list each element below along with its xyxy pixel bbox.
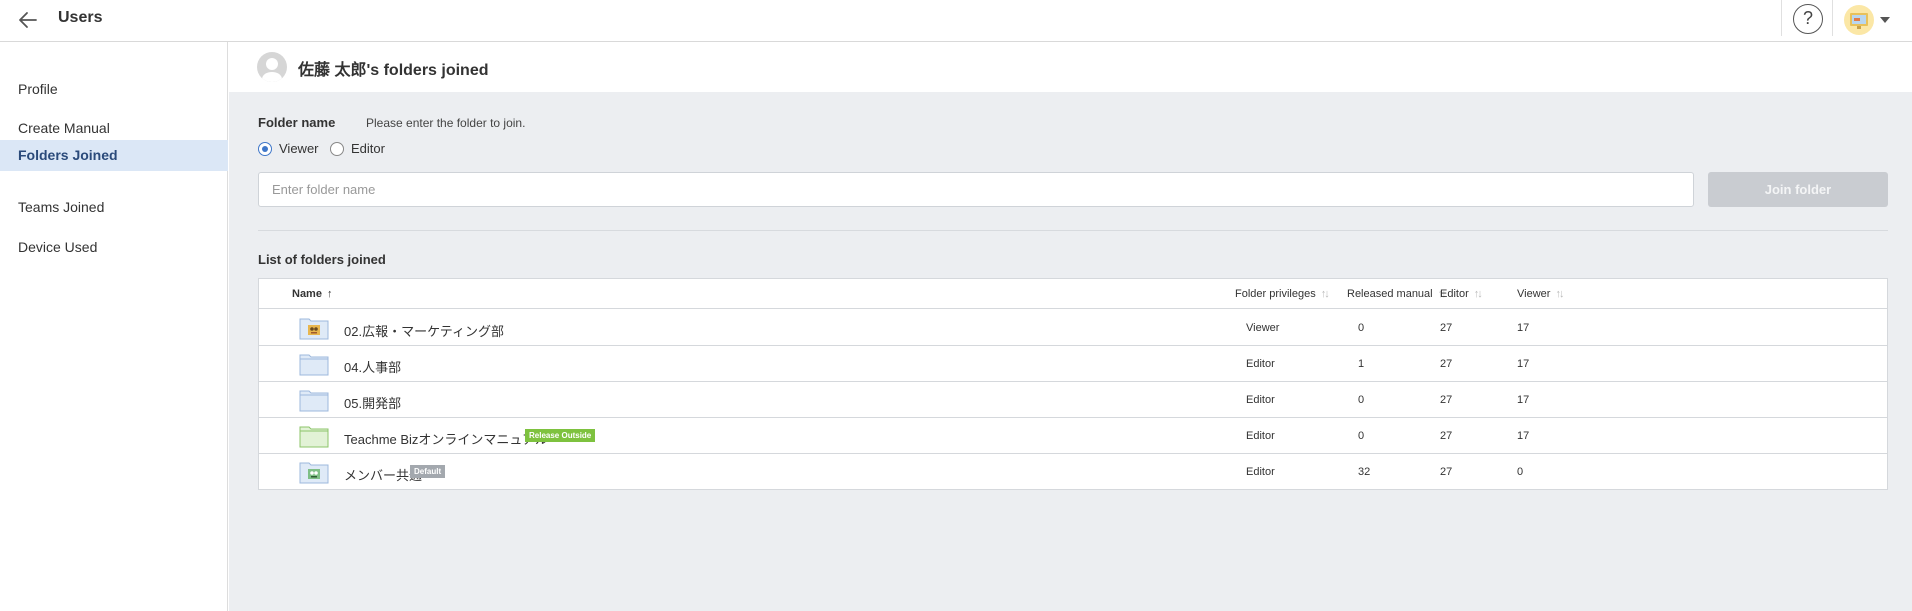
- folder-image-icon: [299, 462, 329, 484]
- sidebar-item-teams-joined[interactable]: Teams Joined: [0, 192, 228, 223]
- user-header: 佐藤 太郎's folders joined: [229, 42, 1912, 92]
- table-row[interactable]: Teachme Bizオンラインマニュアル Release Outside Ed…: [259, 418, 1887, 454]
- column-header-viewer[interactable]: Viewer ↑↓: [1517, 288, 1564, 300]
- viewer-radio-label: Viewer: [279, 141, 319, 156]
- table-row[interactable]: 04.人事部 Editor 1 27 17: [259, 346, 1887, 382]
- avatar: [1844, 5, 1874, 35]
- folder-image-icon: [299, 318, 329, 340]
- column-editor-label: Editor: [1440, 288, 1469, 300]
- toolbar-divider: [1832, 0, 1833, 36]
- sidebar: Profile Create Manual Folders Joined Tea…: [0, 42, 228, 611]
- back-arrow-icon[interactable]: [16, 8, 40, 32]
- folder-name: Teachme Bizオンラインマニュアル: [344, 432, 549, 447]
- top-bar: Users ?: [0, 0, 1912, 42]
- viewer-count: 17: [1517, 358, 1530, 370]
- viewer-count: 17: [1517, 322, 1530, 334]
- column-viewer-label: Viewer: [1517, 288, 1551, 300]
- toolbar-divider: [1781, 0, 1782, 36]
- folder-privilege: Editor: [1246, 466, 1275, 478]
- editor-count: 27: [1440, 466, 1453, 478]
- folder-privilege: Editor: [1246, 394, 1275, 406]
- section-title: 佐藤 太郎's folders joined: [298, 62, 489, 79]
- user-menu-button[interactable]: [1844, 5, 1892, 35]
- folder-privilege: Editor: [1246, 358, 1275, 370]
- viewer-count: 0: [1517, 466, 1524, 478]
- released-count: 0: [1358, 394, 1365, 406]
- sidebar-item-device-used[interactable]: Device Used: [0, 232, 228, 263]
- editor-count: 27: [1440, 358, 1453, 370]
- sort-icon: ↑↓: [1473, 288, 1483, 300]
- column-header-privileges[interactable]: Folder privileges ↑↓: [1235, 288, 1330, 300]
- avatar: [257, 52, 287, 82]
- editor-count: 27: [1440, 430, 1453, 442]
- folder-privilege: Editor: [1246, 430, 1275, 442]
- folder-icon: [299, 354, 329, 376]
- sidebar-item-folders-joined[interactable]: Folders Joined: [0, 140, 228, 171]
- folder-name-label: Folder name: [258, 115, 336, 130]
- join-folder-button[interactable]: Join folder: [1708, 172, 1888, 207]
- sort-icon: ↑↓: [1555, 288, 1564, 300]
- viewer-count: 17: [1517, 430, 1530, 442]
- chevron-down-icon: [1880, 17, 1890, 23]
- column-name-label: Name: [292, 288, 322, 300]
- column-header-editor[interactable]: Editor ↑↓: [1440, 288, 1483, 300]
- page-title: Users: [58, 9, 103, 26]
- folder-icon: [299, 390, 329, 412]
- sort-ascending-icon: ↑: [326, 288, 333, 300]
- radio-unchecked-icon: [330, 142, 344, 156]
- editor-count: 27: [1440, 394, 1453, 406]
- table-row[interactable]: 02.広報・マーケティング部 Viewer 0 27 17: [259, 310, 1887, 346]
- released-count: 0: [1358, 322, 1365, 334]
- list-title: List of folders joined: [258, 252, 386, 267]
- viewer-count: 17: [1517, 394, 1530, 406]
- radio-checked-icon: [258, 142, 272, 156]
- table-header: Name ↑ Folder privileges ↑↓ Released manua…: [259, 279, 1887, 309]
- table-row[interactable]: メンバー共通 Default Editor 32 27 0: [259, 454, 1887, 490]
- column-header-released[interactable]: Released manual ↑↓: [1347, 288, 1447, 300]
- column-released-label: Released manual: [1347, 288, 1433, 300]
- folder-name-hint: Please enter the folder to join.: [366, 116, 526, 130]
- sort-icon: ↑↓: [1320, 288, 1330, 300]
- column-privileges-label: Folder privileges: [1235, 288, 1316, 300]
- sidebar-item-profile[interactable]: Profile: [0, 74, 228, 105]
- main-content: 佐藤 太郎's folders joined Folder name Pleas…: [229, 42, 1912, 611]
- default-badge: Default: [410, 465, 446, 478]
- green-folder-icon: [299, 426, 329, 448]
- help-icon[interactable]: ?: [1793, 4, 1823, 34]
- column-header-name[interactable]: Name ↑: [292, 288, 332, 300]
- divider: [258, 230, 1888, 231]
- table-row[interactable]: 05.開発部 Editor 0 27 17: [259, 382, 1887, 418]
- editor-count: 27: [1440, 322, 1453, 334]
- released-count: 1: [1358, 358, 1365, 370]
- editor-radio-label: Editor: [351, 141, 385, 156]
- folder-name: 02.広報・マーケティング部: [344, 324, 505, 339]
- released-count: 0: [1358, 430, 1365, 442]
- user-avatar-icon: [1850, 13, 1868, 29]
- folder-privilege: Viewer: [1246, 322, 1280, 334]
- released-count: 32: [1358, 466, 1371, 478]
- folder-name: 04.人事部: [344, 360, 402, 375]
- folders-table: Name ↑ Folder privileges ↑↓ Released manua…: [258, 278, 1888, 490]
- user-silhouette-icon: [262, 58, 282, 82]
- folder-name: 05.開発部: [344, 396, 402, 411]
- folder-name-input[interactable]: [258, 172, 1694, 207]
- release-outside-badge: Release Outside: [525, 429, 596, 442]
